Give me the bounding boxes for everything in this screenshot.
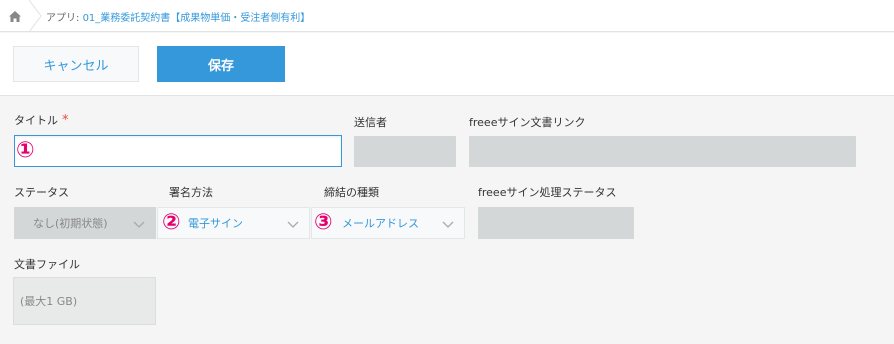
cancel-button[interactable]: キャンセル	[13, 46, 139, 82]
freee-link-field	[469, 136, 856, 167]
title-label-text: タイトル	[14, 114, 58, 127]
freee-status-field	[478, 207, 634, 239]
file-label: 文書ファイル	[14, 258, 80, 271]
breadcrumb-app-name[interactable]: 01_業務委託契約書【成果物単価・受注者側有利】	[83, 13, 311, 24]
chevron-down-icon	[133, 221, 145, 228]
breadcrumb-separator	[28, 0, 42, 32]
sender-label: 送信者	[354, 116, 387, 129]
chevron-down-icon	[442, 221, 454, 228]
breadcrumb: アプリ: 01_業務委託契約書【成果物単価・受注者側有利】	[0, 0, 894, 32]
file-upload-area[interactable]: (最大1 GB)	[13, 277, 156, 325]
annotation-3: ③	[314, 210, 333, 235]
chevron-down-icon	[287, 221, 299, 228]
home-icon	[9, 10, 21, 22]
status-label: ステータス	[14, 186, 69, 199]
signature-method-value: 電子サイン	[188, 217, 243, 230]
required-mark: *	[62, 113, 69, 128]
breadcrumb-app-link[interactable]: アプリ: 01_業務委託契約書【成果物単価・受注者側有利】	[46, 9, 310, 24]
freee-status-label: freeeサイン処理ステータス	[478, 186, 617, 199]
sender-field	[354, 136, 456, 167]
save-button[interactable]: 保存	[157, 46, 285, 82]
signature-method-label: 署名方法	[169, 186, 213, 199]
status-value: なし(初期状態)	[33, 217, 108, 230]
contract-type-select[interactable]: メールアドレス	[311, 207, 465, 239]
breadcrumb-prefix: アプリ:	[46, 13, 83, 24]
annotation-1: ①	[16, 138, 35, 163]
file-size-hint: (最大1 GB)	[20, 295, 78, 308]
title-input[interactable]	[14, 135, 342, 167]
contract-type-value: メールアドレス	[342, 217, 419, 230]
title-label: タイトル *	[14, 112, 69, 128]
home-button[interactable]	[0, 0, 30, 32]
status-select: なし(初期状態)	[14, 207, 156, 239]
freee-link-label: freeeサイン文書リンク	[469, 116, 586, 129]
contract-type-label: 締結の種類	[324, 186, 379, 199]
annotation-2: ②	[162, 210, 181, 235]
action-bar: キャンセル 保存	[0, 33, 894, 96]
